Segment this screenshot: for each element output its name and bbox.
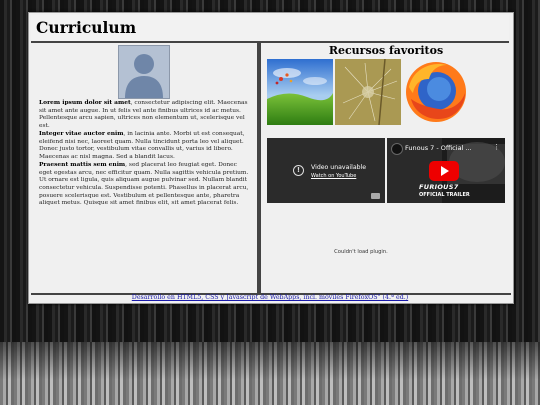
page-title: Curriculum <box>36 18 137 37</box>
person-silhouette-icon <box>118 45 170 99</box>
video-title[interactable]: Funous 7 - Official ... <box>405 144 472 152</box>
channel-avatar[interactable] <box>391 143 403 155</box>
paragraph-lead: Integer vitae auctor enim <box>39 130 124 138</box>
profile-section: Lorem ipsum dolor sit amet, consectetur … <box>31 43 259 295</box>
paragraph-2: Integer vitae auctor enim, in lacinia an… <box>39 130 245 160</box>
landscape-balloons-icon[interactable] <box>267 59 333 125</box>
paragraph-3: Praesent mattis sem enim, sed placerat l… <box>39 161 249 207</box>
trailer-brand-word: FURIOUS <box>419 183 454 191</box>
page-footer: Desarrollo en HTML5, CSS y Javascript de… <box>31 294 509 302</box>
plugin-error-message: Couldn't load plugin. <box>334 249 388 255</box>
paragraph-lead: Praesent mattis sem enim <box>39 161 126 169</box>
youtube-icon[interactable] <box>371 193 380 199</box>
paragraph-1: Lorem ipsum dolor sit amet, consectetur … <box>39 99 248 129</box>
dandelion-seeds-icon[interactable] <box>335 59 401 125</box>
video-unavailable-embed[interactable]: ! Video unavailable Watch on YouTube <box>267 138 385 203</box>
curriculum-page: Curriculum Lorem ipsum dolor sit amet, c… <box>28 12 514 304</box>
trailer-logo: FURIOUS7 <box>419 183 459 191</box>
favorites-section: Recursos favoritos ! Video unavailable W… <box>259 43 511 295</box>
background-stripes-bottom <box>0 342 540 405</box>
page-header: Curriculum <box>31 15 509 43</box>
paragraph-lead: Lorem ipsum dolor sit amet <box>39 99 131 106</box>
play-button[interactable] <box>429 161 459 181</box>
trailer-subtitle: OFFICIAL TRAILER <box>419 192 470 198</box>
video-unavailable-message: Video unavailable <box>311 164 367 171</box>
video-trailer-embed[interactable]: Funous 7 - Official ... ⋮ FURIOUS7 OFFIC… <box>387 138 505 203</box>
info-icon: ! <box>293 165 304 176</box>
book-link[interactable]: Desarrollo en HTML5, CSS y Javascript de… <box>31 294 509 302</box>
profile-text: Lorem ipsum dolor sit amet, consectetur … <box>39 99 251 208</box>
firefox-logo-icon[interactable] <box>403 59 469 125</box>
trailer-brand-number: 7 <box>453 183 459 191</box>
paragraph-body: , sed placerat leo feugiat eget. Donec e… <box>39 162 249 207</box>
more-options-icon[interactable]: ⋮ <box>493 143 500 151</box>
watch-on-youtube-link[interactable]: Watch on YouTube <box>311 173 356 179</box>
play-icon <box>441 166 449 176</box>
favorites-title: Recursos favoritos <box>328 44 444 57</box>
